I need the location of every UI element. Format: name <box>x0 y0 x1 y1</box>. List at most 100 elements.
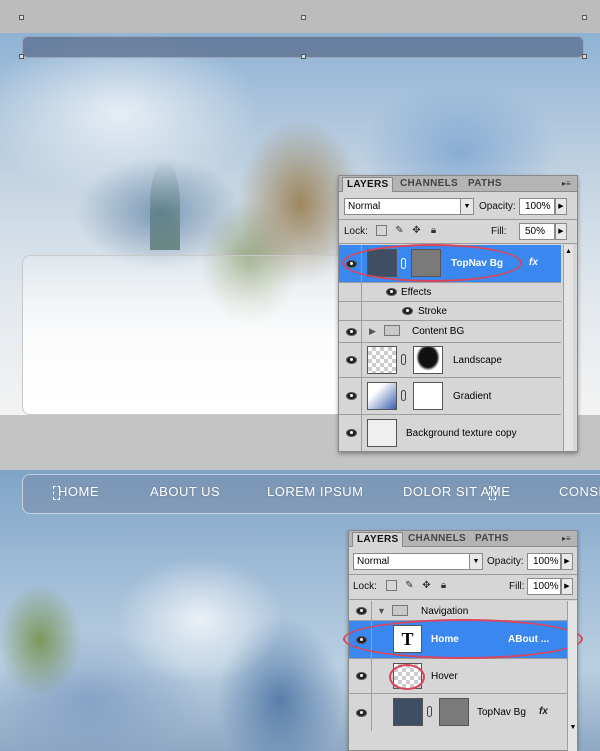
tab-channels[interactable]: CHANNELS <box>396 177 462 192</box>
layer-row-content-bg[interactable]: ▶ Content BG <box>339 321 561 343</box>
panel-tabs: LAYERS CHANNELS PATHS ▸≡ <box>349 531 577 547</box>
layer-row-stroke[interactable]: Stroke <box>339 302 561 321</box>
lock-transparent-icon[interactable] <box>386 580 397 591</box>
nav-item-conse[interactable]: CONSE <box>559 484 600 499</box>
chevron-down-icon: ▼ <box>460 199 473 214</box>
lock-transparent-icon[interactable] <box>376 225 387 236</box>
lock-brush-icon[interactable]: ✎ <box>394 225 405 236</box>
fill-field[interactable]: 100% <box>527 578 561 595</box>
annotation-ring <box>389 664 425 690</box>
transform-handle[interactable] <box>582 15 587 20</box>
stroke-eye-icon[interactable] <box>397 302 418 320</box>
layers-panel-top: LAYERS CHANNELS PATHS ▸≡ Normal ▼ Opacit… <box>338 175 578 452</box>
layer-name: Stroke <box>418 306 447 317</box>
chevron-down-icon: ▼ <box>469 554 482 569</box>
tab-channels[interactable]: CHANNELS <box>404 532 470 547</box>
tab-paths[interactable]: PATHS <box>464 177 506 192</box>
annotation-ring <box>342 244 522 282</box>
panel-tabs: LAYERS CHANNELS PATHS ▸≡ <box>339 176 577 192</box>
tree-silhouette <box>150 160 180 250</box>
divider <box>349 599 577 600</box>
transform-handle[interactable] <box>582 54 587 59</box>
layer-name: Landscape <box>453 355 502 366</box>
transform-handle[interactable] <box>19 15 24 20</box>
divider <box>349 574 577 575</box>
fx-icon[interactable]: fx <box>529 257 538 268</box>
visibility-eye-icon[interactable] <box>341 343 362 377</box>
opacity-stepper[interactable]: ▶ <box>555 198 567 215</box>
visibility-eye-icon[interactable] <box>341 302 362 320</box>
layer-row-background-texture[interactable]: Background texture copy <box>339 415 561 451</box>
nav-item-about[interactable]: ABOUT US <box>150 484 220 499</box>
tab-layers[interactable]: LAYERS <box>352 532 404 547</box>
layer-thumbnail <box>367 419 397 447</box>
layers-scrollbar[interactable]: ▲ <box>563 245 573 451</box>
fill-label: Fill: <box>491 226 507 237</box>
fill-label: Fill: <box>509 581 525 592</box>
visibility-eye-icon[interactable] <box>341 283 362 301</box>
opacity-label: Opacity: <box>479 201 516 212</box>
layer-row-gradient[interactable]: Gradient <box>339 378 561 415</box>
transform-handle[interactable] <box>301 54 306 59</box>
mask-thumbnail <box>439 698 469 726</box>
divider <box>339 219 577 220</box>
mask-thumbnail <box>413 346 443 374</box>
scroll-down-icon[interactable]: ▼ <box>568 724 578 731</box>
opacity-label: Opacity: <box>487 556 524 567</box>
layer-name: Navigation <box>421 606 469 617</box>
effects-eye-icon[interactable] <box>381 283 402 301</box>
layer-name: TopNav Bg <box>477 707 526 718</box>
lock-move-icon[interactable]: ✥ <box>421 580 432 591</box>
transform-handle[interactable] <box>19 54 24 59</box>
visibility-eye-icon[interactable] <box>351 694 372 731</box>
visibility-eye-icon[interactable] <box>351 659 372 693</box>
fill-stepper[interactable]: ▶ <box>555 223 567 240</box>
tab-paths[interactable]: PATHS <box>471 532 513 547</box>
layer-row-hover[interactable]: Hover <box>349 659 567 694</box>
layer-row-landscape[interactable]: Landscape <box>339 343 561 378</box>
visibility-eye-icon[interactable] <box>341 415 362 451</box>
layer-name: Hover <box>431 671 458 682</box>
lock-all-icon[interactable]: 🔒︎ <box>428 225 439 236</box>
lock-all-icon[interactable]: 🔒︎ <box>438 580 449 591</box>
lock-label: Lock: <box>344 226 368 237</box>
layers-scrollbar[interactable]: ▼ <box>567 601 577 751</box>
fill-stepper[interactable]: ▶ <box>561 578 573 595</box>
opacity-stepper[interactable]: ▶ <box>561 553 573 570</box>
blend-mode-value: Normal <box>357 556 390 567</box>
collapse-arrow-icon[interactable]: ▼ <box>377 606 386 616</box>
text-cursor-box <box>53 486 60 500</box>
lock-move-icon[interactable]: ✥ <box>411 225 422 236</box>
panel-menu-icon[interactable]: ▸≡ <box>562 534 574 543</box>
blend-mode-select[interactable]: Normal ▼ <box>353 553 483 570</box>
mask-thumbnail <box>413 382 443 410</box>
opacity-field[interactable]: 100% <box>519 198 555 215</box>
transform-handle[interactable] <box>301 15 306 20</box>
folder-icon <box>392 605 408 616</box>
visibility-eye-icon[interactable] <box>341 378 362 414</box>
panel-menu-icon[interactable]: ▸≡ <box>562 179 574 188</box>
annotation-ring <box>343 619 583 659</box>
opacity-field[interactable]: 100% <box>527 553 561 570</box>
text-cursor-box <box>489 486 496 500</box>
layer-name: Effects <box>401 287 432 298</box>
layers-panel-bottom: LAYERS CHANNELS PATHS ▸≡ Normal ▼ Opacit… <box>343 530 583 751</box>
content-bg-shape[interactable] <box>22 255 382 415</box>
layer-row-navigation[interactable]: ▼ Navigation <box>349 601 567 621</box>
blend-mode-select[interactable]: Normal ▼ <box>344 198 474 215</box>
lock-brush-icon[interactable]: ✎ <box>404 580 415 591</box>
visibility-eye-icon[interactable] <box>341 321 362 342</box>
scroll-up-icon[interactable]: ▲ <box>564 248 573 255</box>
tab-layers[interactable]: LAYERS <box>342 177 394 192</box>
fill-field[interactable]: 50% <box>519 223 555 240</box>
fx-icon[interactable]: fx <box>539 706 548 717</box>
layer-name: Content BG <box>412 326 465 337</box>
visibility-eye-icon[interactable] <box>351 601 372 620</box>
layer-row-effects[interactable]: Effects <box>339 283 561 302</box>
nav-item-home[interactable]: HOME <box>58 484 99 499</box>
layer-thumbnail <box>367 346 397 374</box>
layer-name: Gradient <box>453 391 492 402</box>
expand-arrow-icon[interactable]: ▶ <box>369 326 376 337</box>
nav-item-lorem[interactable]: LOREM IPSUM <box>267 484 364 499</box>
layer-row-topnav-bg[interactable]: TopNav Bg fx <box>349 694 567 731</box>
